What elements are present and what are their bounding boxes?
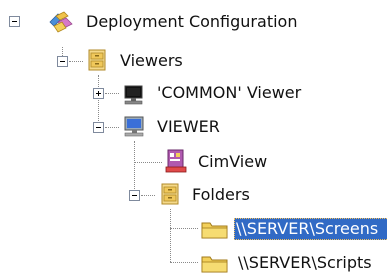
cabinet-folder-icon xyxy=(87,47,109,73)
tree-connector-line xyxy=(170,228,198,229)
configuration-tree: Deployment Configuration Viewers 'COMMON… xyxy=(0,0,387,275)
tree-connector-line xyxy=(134,141,135,195)
tree-node-viewer[interactable]: VIEWER xyxy=(155,116,222,138)
deployment-config-icon xyxy=(46,10,74,34)
collapse-toggle-root[interactable] xyxy=(9,16,20,27)
tree-node-cimview[interactable]: CimView xyxy=(196,151,269,173)
tree-node-deployment-configuration[interactable]: Deployment Configuration xyxy=(84,11,299,33)
tree-node-viewers[interactable]: Viewers xyxy=(118,50,185,72)
tree-connector-line xyxy=(98,75,99,127)
cabinet-folder-icon xyxy=(160,181,182,207)
collapse-toggle-viewer[interactable] xyxy=(93,122,104,133)
expand-toggle-common-viewer[interactable] xyxy=(93,88,104,99)
cimview-app-icon xyxy=(164,148,188,174)
tree-node-common-viewer[interactable]: 'COMMON' Viewer xyxy=(155,82,303,104)
tree-connector-line xyxy=(141,195,155,196)
tree-node-folder-screens[interactable]: \\SERVER\Screens xyxy=(234,218,387,240)
folder-icon xyxy=(200,219,230,241)
folder-icon xyxy=(200,253,230,275)
tree-connector-line xyxy=(134,162,162,163)
collapse-toggle-folders[interactable] xyxy=(129,190,140,201)
tree-connector-line xyxy=(105,127,119,128)
tree-connector-line xyxy=(170,209,171,262)
tree-node-folders[interactable]: Folders xyxy=(190,184,252,206)
tree-connector-line xyxy=(170,262,198,263)
collapse-toggle-viewers[interactable] xyxy=(57,56,68,67)
monitor-black-icon xyxy=(122,84,146,106)
tree-node-folder-scripts[interactable]: \\SERVER\Scripts xyxy=(236,252,374,274)
tree-connector-line xyxy=(105,93,119,94)
monitor-blue-icon xyxy=(122,115,146,139)
tree-connector-line xyxy=(69,61,83,62)
